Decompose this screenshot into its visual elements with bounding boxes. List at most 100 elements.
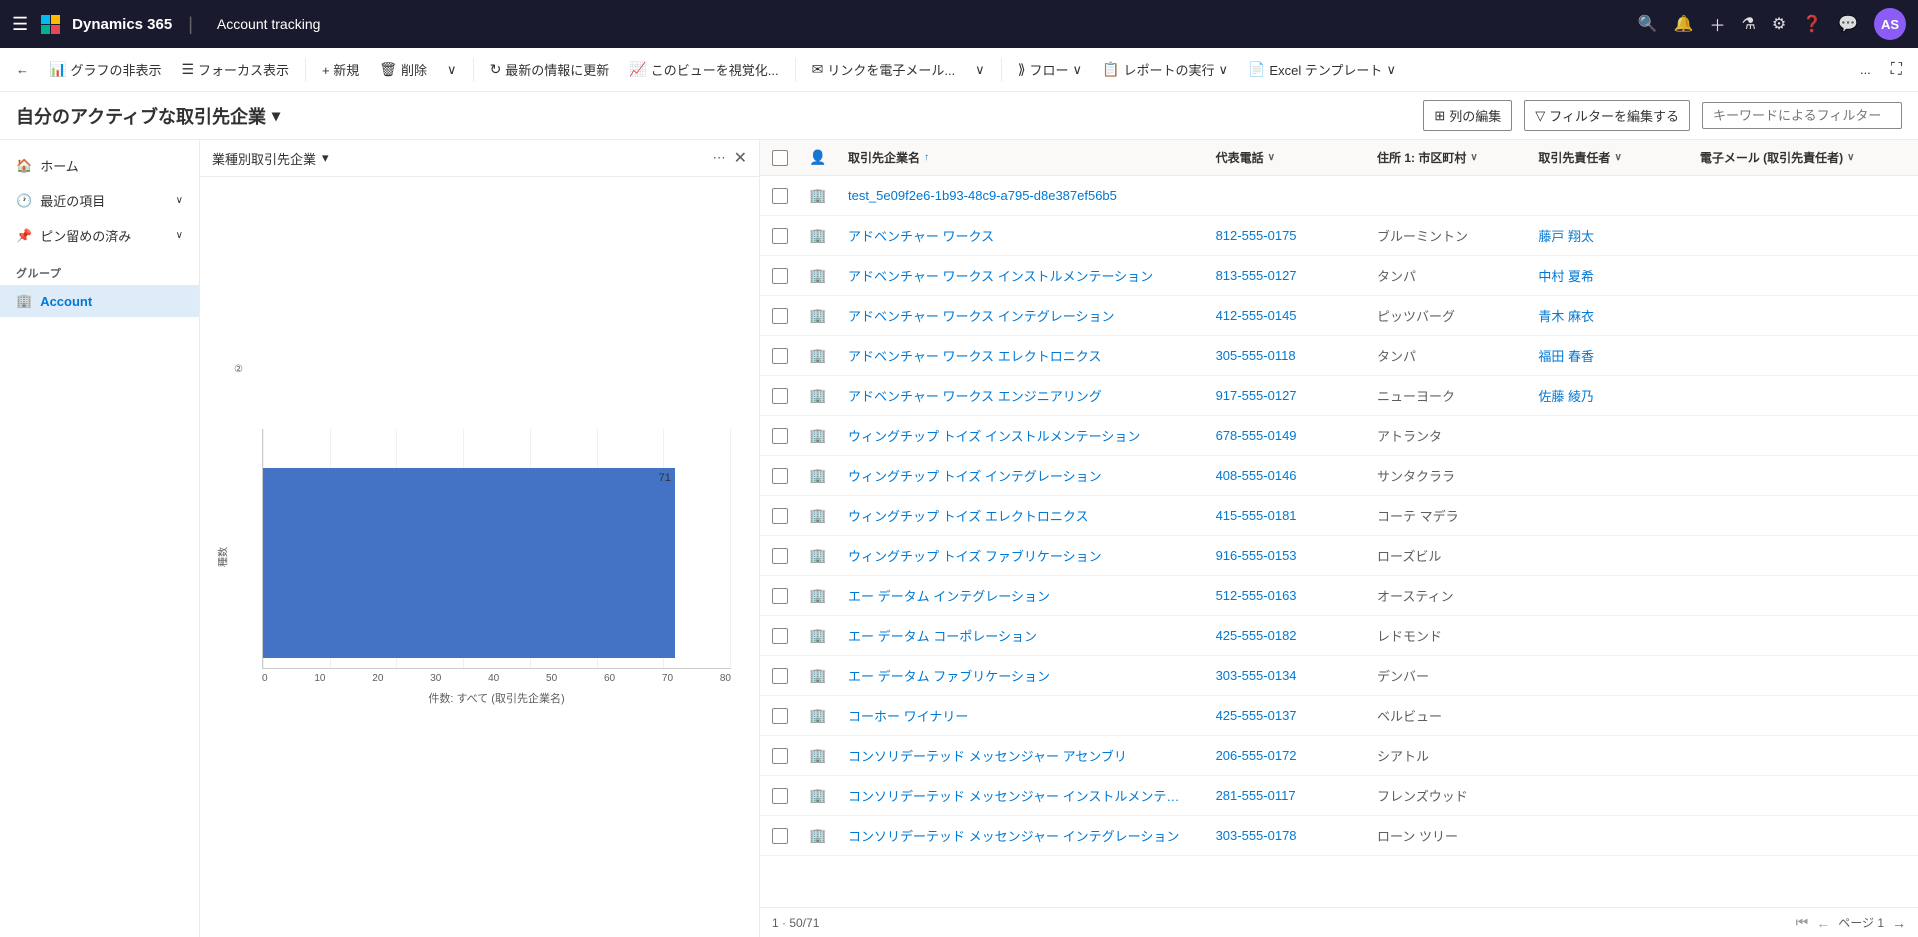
row-checkbox[interactable] bbox=[772, 428, 788, 444]
account-name-3[interactable]: アドベンチャー ワークス インテグレーション bbox=[836, 298, 1204, 333]
chat-icon[interactable]: 💬 bbox=[1838, 14, 1858, 34]
row-checkbox-0[interactable] bbox=[760, 180, 800, 212]
phone-5[interactable]: 917-555-0127 bbox=[1204, 380, 1365, 411]
col-phone[interactable]: 代表電話 ∨ bbox=[1204, 141, 1365, 174]
refresh-button[interactable]: ↻ 最新の情報に更新 bbox=[482, 56, 618, 83]
account-name-9[interactable]: ウィングチップ トイズ ファブリケーション bbox=[836, 538, 1204, 573]
phone-14[interactable]: 206-555-0172 bbox=[1204, 740, 1365, 771]
row-checkbox[interactable] bbox=[772, 348, 788, 364]
hamburger-icon[interactable]: ☰ bbox=[12, 14, 28, 35]
row-checkbox-9[interactable] bbox=[760, 540, 800, 572]
row-checkbox[interactable] bbox=[772, 748, 788, 764]
select-all-checkbox[interactable] bbox=[772, 150, 788, 166]
email-dropdown-button[interactable]: ∨ bbox=[967, 58, 993, 82]
next-page-button[interactable]: → bbox=[1892, 915, 1906, 931]
chart-more-icon[interactable]: ⋯ bbox=[713, 150, 726, 166]
phone-7[interactable]: 408-555-0146 bbox=[1204, 460, 1365, 491]
flow-button[interactable]: ⟫ フロー ∨ bbox=[1010, 56, 1090, 83]
hide-chart-button[interactable]: 📊 グラフの非表示 bbox=[41, 56, 169, 83]
owner-2[interactable]: 中村 夏希 bbox=[1526, 258, 1687, 293]
row-checkbox-10[interactable] bbox=[760, 580, 800, 612]
sidebar-item-pinned[interactable]: 📌 ピン留めの済み ∨ bbox=[0, 218, 199, 253]
owner-3[interactable]: 青木 麻衣 bbox=[1526, 298, 1687, 333]
row-checkbox-3[interactable] bbox=[760, 300, 800, 332]
more-button[interactable]: ... bbox=[1852, 58, 1879, 81]
sidebar-item-recent[interactable]: 🕐 最近の項目 ∨ bbox=[0, 183, 199, 218]
phone-3[interactable]: 412-555-0145 bbox=[1204, 300, 1365, 331]
row-checkbox[interactable] bbox=[772, 828, 788, 844]
row-checkbox-7[interactable] bbox=[760, 460, 800, 492]
account-name-12[interactable]: エー データム ファブリケーション bbox=[836, 658, 1204, 693]
sidebar-item-account[interactable]: 🏢 Account bbox=[0, 285, 199, 317]
row-checkbox[interactable] bbox=[772, 308, 788, 324]
phone-13[interactable]: 425-555-0137 bbox=[1204, 700, 1365, 731]
filter-icon[interactable]: ⚗ bbox=[1741, 14, 1755, 34]
edit-columns-button[interactable]: ⊞ 列の編集 bbox=[1423, 100, 1512, 131]
phone-4[interactable]: 305-555-0118 bbox=[1204, 340, 1365, 371]
alert-icon[interactable]: 🔔 bbox=[1674, 14, 1694, 34]
row-checkbox-11[interactable] bbox=[760, 620, 800, 652]
delete-button[interactable]: 🗑 削除 bbox=[371, 56, 435, 83]
search-icon[interactable]: 🔍 bbox=[1638, 14, 1658, 34]
row-checkbox[interactable] bbox=[772, 268, 788, 284]
email-link-button[interactable]: ✉ リンクを電子メール... bbox=[804, 56, 964, 83]
account-name-4[interactable]: アドベンチャー ワークス エレクトロニクス bbox=[836, 338, 1204, 373]
owner-5[interactable]: 佐藤 綾乃 bbox=[1526, 378, 1687, 413]
account-name-10[interactable]: エー データム インテグレーション bbox=[836, 578, 1204, 613]
plus-icon[interactable]: ＋ bbox=[1709, 12, 1725, 36]
account-name-15[interactable]: コンソリデーテッド メッセンジャー インストルメンテーション bbox=[836, 778, 1204, 813]
row-checkbox[interactable] bbox=[772, 668, 788, 684]
row-checkbox-12[interactable] bbox=[760, 660, 800, 692]
row-checkbox-14[interactable] bbox=[760, 740, 800, 772]
account-name-7[interactable]: ウィングチップ トイズ インテグレーション bbox=[836, 458, 1204, 493]
phone-1[interactable]: 812-555-0175 bbox=[1204, 220, 1365, 251]
row-checkbox[interactable] bbox=[772, 388, 788, 404]
phone-2[interactable]: 813-555-0127 bbox=[1204, 260, 1365, 291]
row-checkbox[interactable] bbox=[772, 548, 788, 564]
select-all-col[interactable] bbox=[760, 142, 800, 174]
account-name-0[interactable]: test_5e09f2e6-1b93-48c9-a795-d8e387ef56b… bbox=[836, 180, 1204, 211]
row-checkbox-4[interactable] bbox=[760, 340, 800, 372]
sidebar-item-home[interactable]: 🏠 ホーム bbox=[0, 148, 199, 183]
col-email[interactable]: 電子メール (取引先責任者) ∨ bbox=[1688, 141, 1918, 174]
row-checkbox[interactable] bbox=[772, 468, 788, 484]
report-button[interactable]: 📋 レポートの実行 ∨ bbox=[1094, 56, 1236, 83]
visualize-button[interactable]: 📈 このビューを視覚化... bbox=[621, 56, 786, 83]
row-checkbox-16[interactable] bbox=[760, 820, 800, 852]
row-checkbox-15[interactable] bbox=[760, 780, 800, 812]
account-name-6[interactable]: ウィングチップ トイズ インストルメンテーション bbox=[836, 418, 1204, 453]
row-checkbox-1[interactable] bbox=[760, 220, 800, 252]
col-city[interactable]: 住所 1: 市区町村 ∨ bbox=[1365, 141, 1526, 174]
phone-11[interactable]: 425-555-0182 bbox=[1204, 620, 1365, 651]
new-button[interactable]: + 新規 bbox=[314, 56, 367, 83]
row-checkbox[interactable] bbox=[772, 588, 788, 604]
phone-6[interactable]: 678-555-0149 bbox=[1204, 420, 1365, 451]
expand-button[interactable]: ⛶ bbox=[1883, 57, 1910, 83]
phone-10[interactable]: 512-555-0163 bbox=[1204, 580, 1365, 611]
row-checkbox[interactable] bbox=[772, 228, 788, 244]
account-name-13[interactable]: コーホー ワイナリー bbox=[836, 698, 1204, 733]
dropdown-icon[interactable]: ▾ bbox=[272, 106, 280, 126]
prev-page-button[interactable]: ← bbox=[1816, 915, 1830, 931]
row-checkbox-6[interactable] bbox=[760, 420, 800, 452]
row-checkbox[interactable] bbox=[772, 708, 788, 724]
phone-16[interactable]: 303-555-0178 bbox=[1204, 820, 1365, 851]
row-checkbox-5[interactable] bbox=[760, 380, 800, 412]
owner-4[interactable]: 福田 春香 bbox=[1526, 338, 1687, 373]
back-button[interactable]: ← bbox=[8, 58, 37, 81]
user-avatar[interactable]: AS bbox=[1874, 8, 1906, 40]
delete-dropdown-button[interactable]: ∨ bbox=[439, 58, 465, 82]
help-icon[interactable]: ❓ bbox=[1802, 14, 1822, 34]
first-page-button[interactable]: ⏮ bbox=[1796, 914, 1809, 931]
row-checkbox[interactable] bbox=[772, 628, 788, 644]
account-name-8[interactable]: ウィングチップ トイズ エレクトロニクス bbox=[836, 498, 1204, 533]
account-name-11[interactable]: エー データム コーポレーション bbox=[836, 618, 1204, 653]
chart-bar[interactable]: 71 bbox=[263, 468, 675, 658]
account-name-1[interactable]: アドベンチャー ワークス bbox=[836, 218, 1204, 253]
row-checkbox-13[interactable] bbox=[760, 700, 800, 732]
account-name-14[interactable]: コンソリデーテッド メッセンジャー アセンブリ bbox=[836, 738, 1204, 773]
row-checkbox-2[interactable] bbox=[760, 260, 800, 292]
row-checkbox[interactable] bbox=[772, 508, 788, 524]
account-name-5[interactable]: アドベンチャー ワークス エンジニアリング bbox=[836, 378, 1204, 413]
phone-9[interactable]: 916-555-0153 bbox=[1204, 540, 1365, 571]
